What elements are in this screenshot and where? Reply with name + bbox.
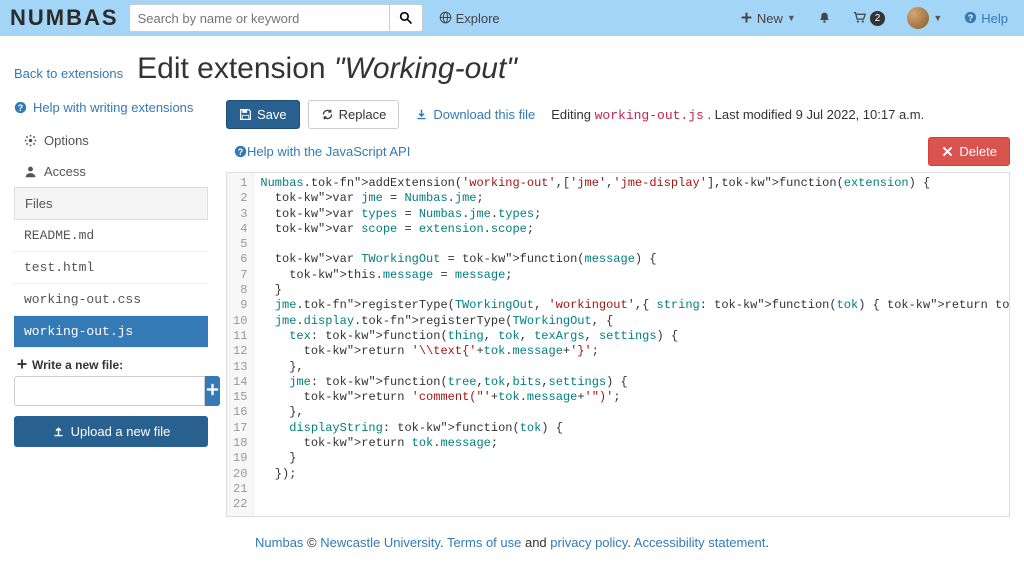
footer-numbas-link[interactable]: Numbas	[255, 535, 303, 550]
save-icon	[239, 107, 252, 122]
file-list: README.mdtest.htmlworking-out.cssworking…	[14, 220, 208, 348]
globe-icon	[439, 11, 452, 26]
sidebar-access[interactable]: Access	[14, 156, 208, 187]
footer-and: and	[521, 535, 550, 550]
code-content[interactable]: Numbas.tok-fn">addExtension('working-out…	[254, 173, 1010, 516]
newfile-label-text: Write a new file:	[32, 358, 123, 372]
options-label: Options	[44, 133, 89, 148]
file-item[interactable]: working-out.js	[14, 316, 208, 348]
footer-dot: .	[765, 535, 769, 550]
plus-icon	[740, 11, 753, 26]
avatar	[907, 7, 929, 29]
notifications-button[interactable]	[812, 7, 837, 30]
question-icon	[964, 11, 977, 26]
help-label: Help	[981, 11, 1008, 26]
new-dropdown[interactable]: New ▼	[734, 7, 802, 30]
modified-text: . Last modified 9 Jul 2022, 10:17 a.m.	[704, 107, 924, 122]
save-label: Save	[257, 107, 287, 122]
save-button[interactable]: Save	[226, 100, 300, 129]
footer-dot: .	[440, 535, 447, 550]
help-link-label: Help with writing extensions	[33, 100, 193, 115]
explore-link[interactable]: Explore	[433, 7, 506, 30]
plus-icon	[205, 383, 220, 400]
delete-label: Delete	[959, 144, 997, 159]
download-file-link[interactable]: Download this file	[407, 101, 543, 128]
new-label: New	[757, 11, 783, 26]
file-item[interactable]: working-out.css	[14, 284, 208, 316]
upload-file-button[interactable]: Upload a new file	[14, 416, 208, 447]
page-title: Edit extension "Working-out"	[137, 52, 517, 86]
footer-uni-link[interactable]: Newcastle University	[320, 535, 440, 550]
title-name: "Working-out"	[334, 52, 517, 85]
editing-meta: Editing working-out.js . Last modified 9…	[551, 107, 924, 123]
download-label: Download this file	[433, 107, 535, 122]
editing-prefix: Editing	[551, 107, 594, 122]
file-item[interactable]: README.md	[14, 220, 208, 252]
footer-copy: ©	[303, 535, 320, 550]
back-to-extensions-link[interactable]: Back to extensions	[14, 66, 123, 81]
gear-icon	[24, 133, 37, 148]
caret-down-icon: ▼	[787, 13, 796, 23]
question-icon	[234, 144, 247, 159]
basket-button[interactable]: 2	[847, 7, 892, 30]
action-row: Save Replace Download this file Editing …	[226, 100, 1010, 166]
caret-down-icon: ▼	[933, 13, 942, 23]
user-icon	[24, 164, 37, 179]
search-wrap	[129, 4, 423, 32]
plus-icon	[16, 358, 28, 372]
footer-access-link[interactable]: Accessibility statement	[634, 535, 766, 550]
cart-icon	[853, 11, 866, 26]
question-icon	[14, 100, 27, 115]
explore-label: Explore	[456, 11, 500, 26]
refresh-icon	[321, 107, 334, 122]
upload-icon	[52, 424, 65, 439]
replace-label: Replace	[339, 107, 387, 122]
footer: Numbas © Newcastle University. Terms of …	[14, 535, 1010, 550]
file-item[interactable]: test.html	[14, 252, 208, 284]
editing-filename: working-out.js	[595, 108, 704, 123]
js-api-label: Help with the JavaScript API	[247, 144, 410, 159]
code-editor[interactable]: 12345678910111213141516171819202122 Numb…	[226, 172, 1010, 517]
newfile-input[interactable]	[14, 376, 205, 406]
footer-terms-link[interactable]: Terms of use	[447, 535, 521, 550]
upload-label: Upload a new file	[71, 424, 171, 439]
bell-icon	[818, 11, 831, 26]
search-icon	[399, 11, 412, 26]
main-panel: Save Replace Download this file Editing …	[226, 100, 1010, 517]
help-writing-extensions-link[interactable]: Help with writing extensions	[14, 100, 208, 115]
x-icon	[941, 144, 954, 159]
sidebar-options[interactable]: Options	[14, 125, 208, 156]
brand-logo[interactable]: NUMBAS	[10, 5, 119, 31]
footer-privacy-link[interactable]: privacy policy	[550, 535, 627, 550]
files-heading: Files	[14, 187, 208, 220]
user-menu[interactable]: ▼	[901, 3, 948, 33]
access-label: Access	[44, 164, 86, 179]
replace-button[interactable]: Replace	[308, 100, 400, 129]
newfile-label: Write a new file:	[16, 358, 206, 372]
js-api-help-link[interactable]: Help with the JavaScript API	[226, 138, 418, 165]
help-link[interactable]: Help	[958, 7, 1014, 30]
search-input[interactable]	[129, 4, 389, 32]
sidebar: Help with writing extensions Options Acc…	[14, 100, 208, 447]
download-icon	[415, 107, 428, 122]
page-header: Back to extensions Edit extension "Worki…	[14, 52, 1010, 86]
newfile-add-button[interactable]	[205, 376, 220, 406]
topbar: NUMBAS Explore New ▼ 2 ▼ Help	[0, 0, 1024, 36]
search-button[interactable]	[389, 4, 423, 32]
title-prefix: Edit extension	[137, 52, 334, 85]
delete-button[interactable]: Delete	[928, 137, 1010, 166]
line-gutter: 12345678910111213141516171819202122	[227, 173, 254, 516]
cart-count-badge: 2	[870, 11, 886, 26]
